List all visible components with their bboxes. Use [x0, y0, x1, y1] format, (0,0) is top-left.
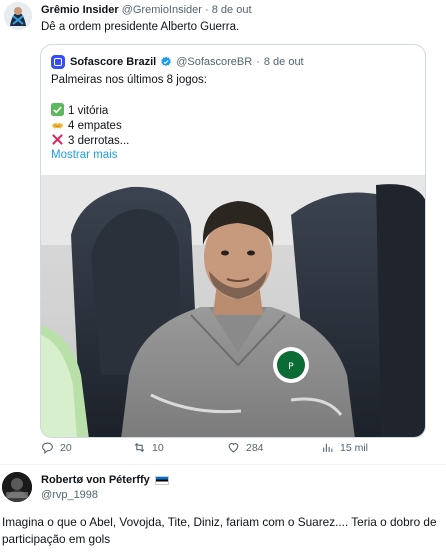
repost-count: 10 [152, 441, 164, 454]
heart-icon [228, 443, 239, 453]
stat-losses: 3 derrotas... [51, 133, 129, 149]
like-count: 284 [246, 441, 264, 454]
repost-icon [134, 442, 145, 453]
author-avatar[interactable] [4, 2, 32, 30]
views-count: 15 mil [340, 441, 369, 454]
sofascore-logo-icon [51, 55, 65, 69]
reply-button[interactable]: 20 [41, 441, 72, 454]
show-more-link[interactable]: Mostrar mais [51, 148, 117, 163]
reply-author-avatar[interactable] [2, 472, 32, 502]
reply-text: Imagina o que o Abel, Vovojda, Tite, Din… [2, 515, 437, 546]
quoted-tweet-date: 8 de out [263, 56, 304, 68]
estonia-flag-icon [154, 475, 169, 485]
cross-mark-icon [52, 134, 63, 145]
stat-draws: 4 empates [51, 118, 122, 134]
svg-text:P: P [288, 362, 294, 372]
tweet-date[interactable]: 8 de out [212, 4, 252, 16]
like-button[interactable]: 284 [227, 441, 264, 454]
stat-losses-text: 3 derrotas... [68, 135, 130, 147]
views-button[interactable]: 15 mil [321, 441, 368, 454]
quoted-tweet-photo[interactable]: P [41, 175, 425, 437]
handshake-icon [51, 123, 64, 129]
quoted-tweet[interactable]: Sofascore Brazil @SofascoreBR · 8 de out… [40, 44, 426, 438]
quoted-author-handle: @SofascoreBR [176, 56, 253, 68]
author-handle[interactable]: @GremioInsider [122, 4, 202, 16]
reply-author-handle[interactable]: @rvp_1998 [41, 489, 98, 501]
tweet-actions: 20 10 284 15 mil [41, 438, 431, 458]
reply-author-name-row: Robertø von Péterffy [41, 474, 169, 486]
stat-draws-text: 4 empates [68, 120, 122, 132]
tweet-text: Dê a ordem presidente Alberto Guerra. [41, 21, 240, 33]
quoted-text-line: Palmeiras nos últimos 8 jogos: [51, 74, 207, 86]
quoted-meta-separator: · [256, 56, 260, 68]
stat-wins: 1 vitória [51, 103, 108, 119]
stat-wins-text: 1 vitória [68, 105, 109, 117]
repost-button[interactable]: 10 [133, 441, 164, 454]
divider [0, 464, 446, 465]
check-mark-icon [51, 103, 64, 116]
reply-author-name[interactable]: Robertø von Péterffy [41, 474, 150, 486]
reply-icon [42, 442, 53, 454]
quoted-author-name: Sofascore Brazil [70, 56, 157, 68]
quoted-tweet-header: Sofascore Brazil @SofascoreBR · 8 de out [51, 54, 304, 70]
verified-badge-icon [161, 56, 171, 67]
tweet-header: Grêmio Insider @GremioInsider · 8 de out [41, 3, 252, 17]
author-name[interactable]: Grêmio Insider [41, 4, 119, 16]
reply-count: 20 [60, 441, 72, 454]
views-chart-icon [323, 443, 333, 452]
meta-separator: · [205, 4, 209, 16]
